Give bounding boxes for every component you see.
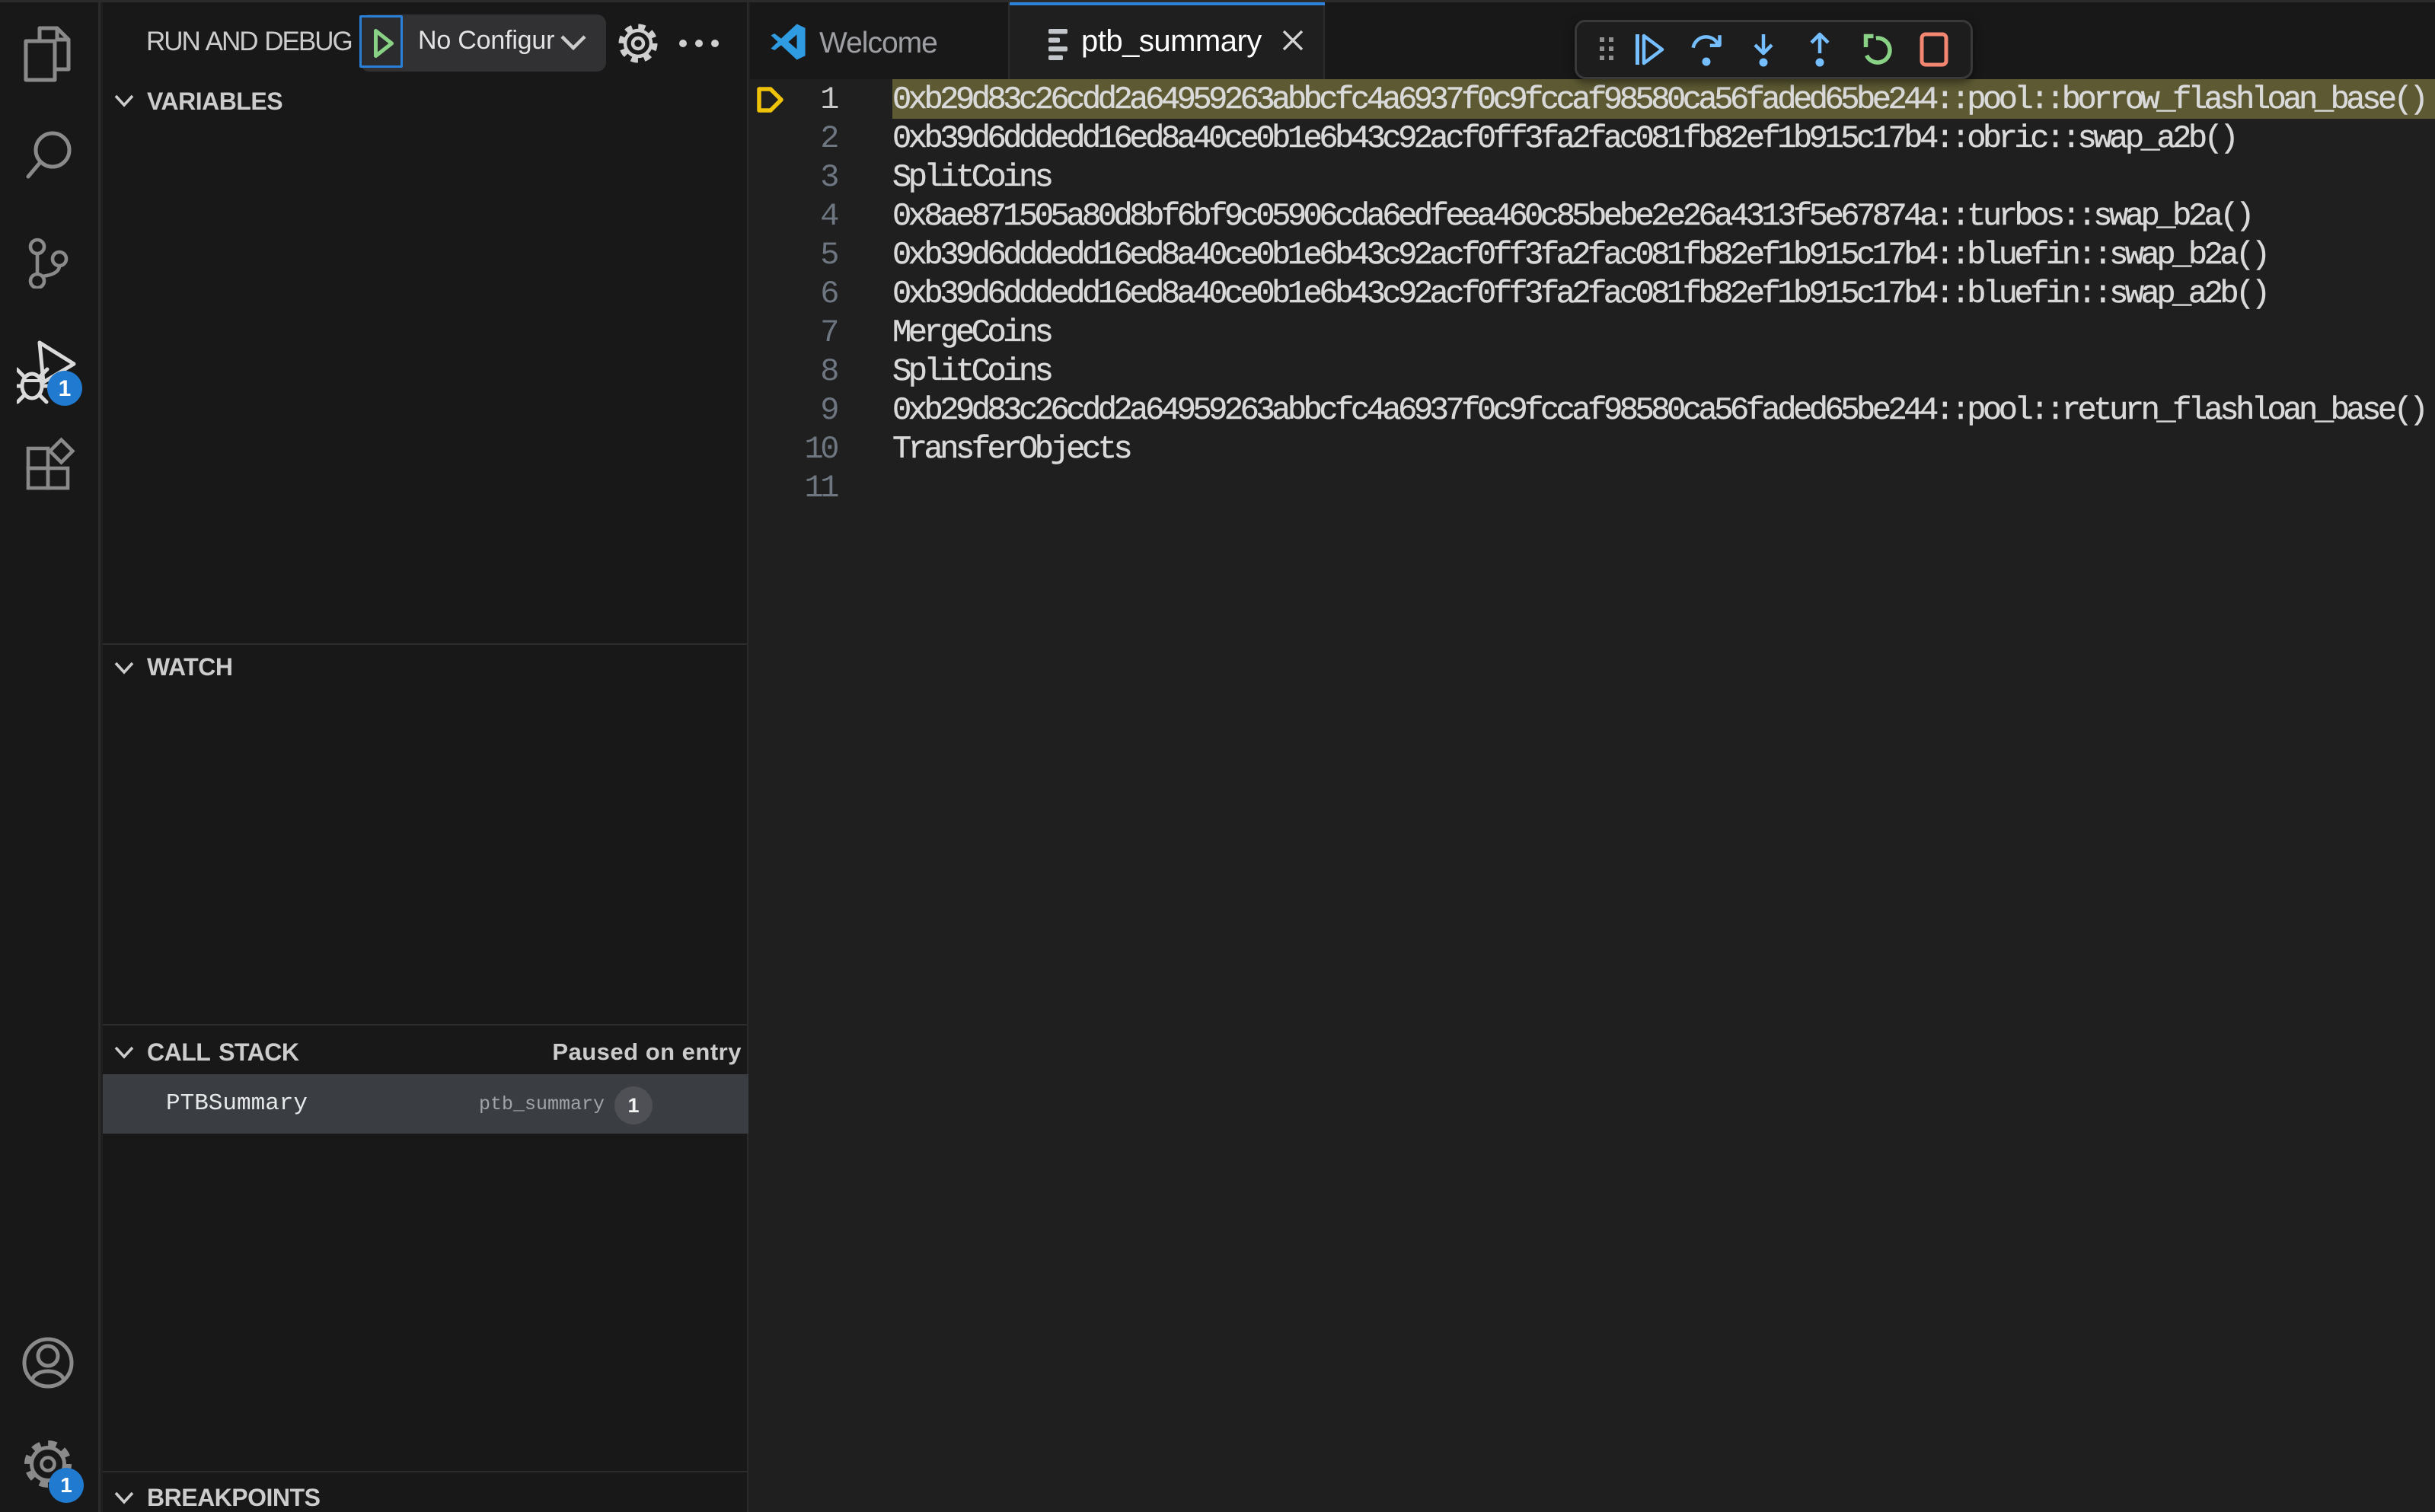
svg-text:1: 1 bbox=[59, 376, 72, 401]
